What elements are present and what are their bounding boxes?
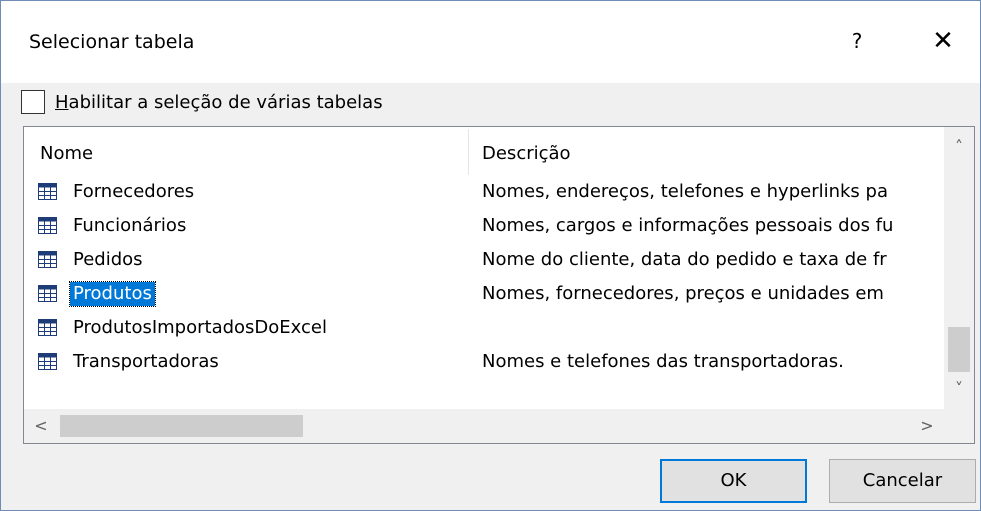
table-row[interactable]: Fornecedores Nomes, endereços, telefones …	[24, 175, 944, 209]
vertical-scrollbar[interactable]: ˄ ˅	[944, 127, 974, 409]
table-description: Nomes e telefones das transportadoras.	[482, 351, 844, 372]
table-icon	[38, 285, 57, 302]
table-row[interactable]: Funcionários Nomes, cargos e informações …	[24, 209, 944, 243]
column-header-description[interactable]: Descrição	[482, 143, 571, 164]
table-name: Transportadoras	[73, 351, 219, 372]
horizontal-scrollbar[interactable]: < >	[24, 409, 944, 443]
scroll-right-button[interactable]: >	[910, 409, 944, 443]
scroll-left-button[interactable]: <	[24, 409, 58, 443]
close-button[interactable]: ✕	[923, 23, 963, 59]
table-name: Fornecedores	[73, 181, 195, 202]
dialog-title: Selecionar tabela	[29, 31, 195, 53]
scroll-down-button[interactable]: ˅	[944, 369, 974, 409]
table-row[interactable]: Pedidos Nome do cliente, data do pedido e…	[24, 243, 944, 277]
tables-listview[interactable]: Nome Descrição Fornecedores Nomes, endere…	[23, 126, 975, 444]
table-icon	[38, 183, 57, 200]
table-icon	[38, 217, 57, 234]
table-icon	[38, 319, 57, 336]
table-name: Pedidos	[73, 249, 143, 270]
column-divider[interactable]	[468, 129, 469, 175]
table-row[interactable]: Produtos Nomes, fornecedores, preços e un…	[24, 277, 944, 311]
help-button[interactable]: ?	[839, 23, 875, 59]
cancel-button[interactable]: Cancelar	[829, 459, 976, 503]
table-description: Nomes, cargos e informações pessoais dos…	[482, 215, 894, 236]
vertical-scroll-thumb[interactable]	[948, 327, 970, 372]
select-table-dialog: Selecionar tabela ? ✕ Habilitar a seleçã…	[0, 0, 981, 511]
table-icon	[38, 353, 57, 370]
ok-button[interactable]: OK	[660, 459, 807, 503]
label-rest: abilitar a seleção de várias tabelas	[68, 91, 383, 113]
table-description: Nome do cliente, data do pedido e taxa d…	[482, 249, 887, 270]
horizontal-scroll-thumb[interactable]	[60, 415, 303, 437]
enable-multiple-tables-label: Habilitar a seleção de várias tabelas	[55, 92, 383, 113]
enable-multiple-tables-checkbox[interactable]: Habilitar a seleção de várias tabelas	[21, 89, 383, 115]
table-description: Nomes, endereços, telefones e hyperlinks…	[482, 181, 888, 202]
title-bar: Selecionar tabela ? ✕	[1, 1, 980, 83]
table-row[interactable]: Transportadoras Nomes e telefones das tra…	[24, 345, 944, 379]
scrollbar-corner	[944, 409, 974, 443]
table-icon	[38, 251, 57, 268]
accelerator-key: H	[55, 91, 69, 113]
table-name: ProdutosImportadosDoExcel	[73, 317, 327, 338]
table-name: Produtos	[69, 281, 156, 307]
column-header-name[interactable]: Nome	[40, 143, 93, 164]
table-description: Nomes, fornecedores, preços e unidades e…	[482, 283, 884, 304]
table-name: Funcionários	[73, 215, 187, 236]
scroll-up-button[interactable]: ˄	[944, 127, 974, 167]
table-row[interactable]: ProdutosImportadosDoExcel	[24, 311, 944, 345]
checkbox-box[interactable]	[21, 90, 45, 114]
list-header: Nome Descrição	[24, 127, 944, 175]
